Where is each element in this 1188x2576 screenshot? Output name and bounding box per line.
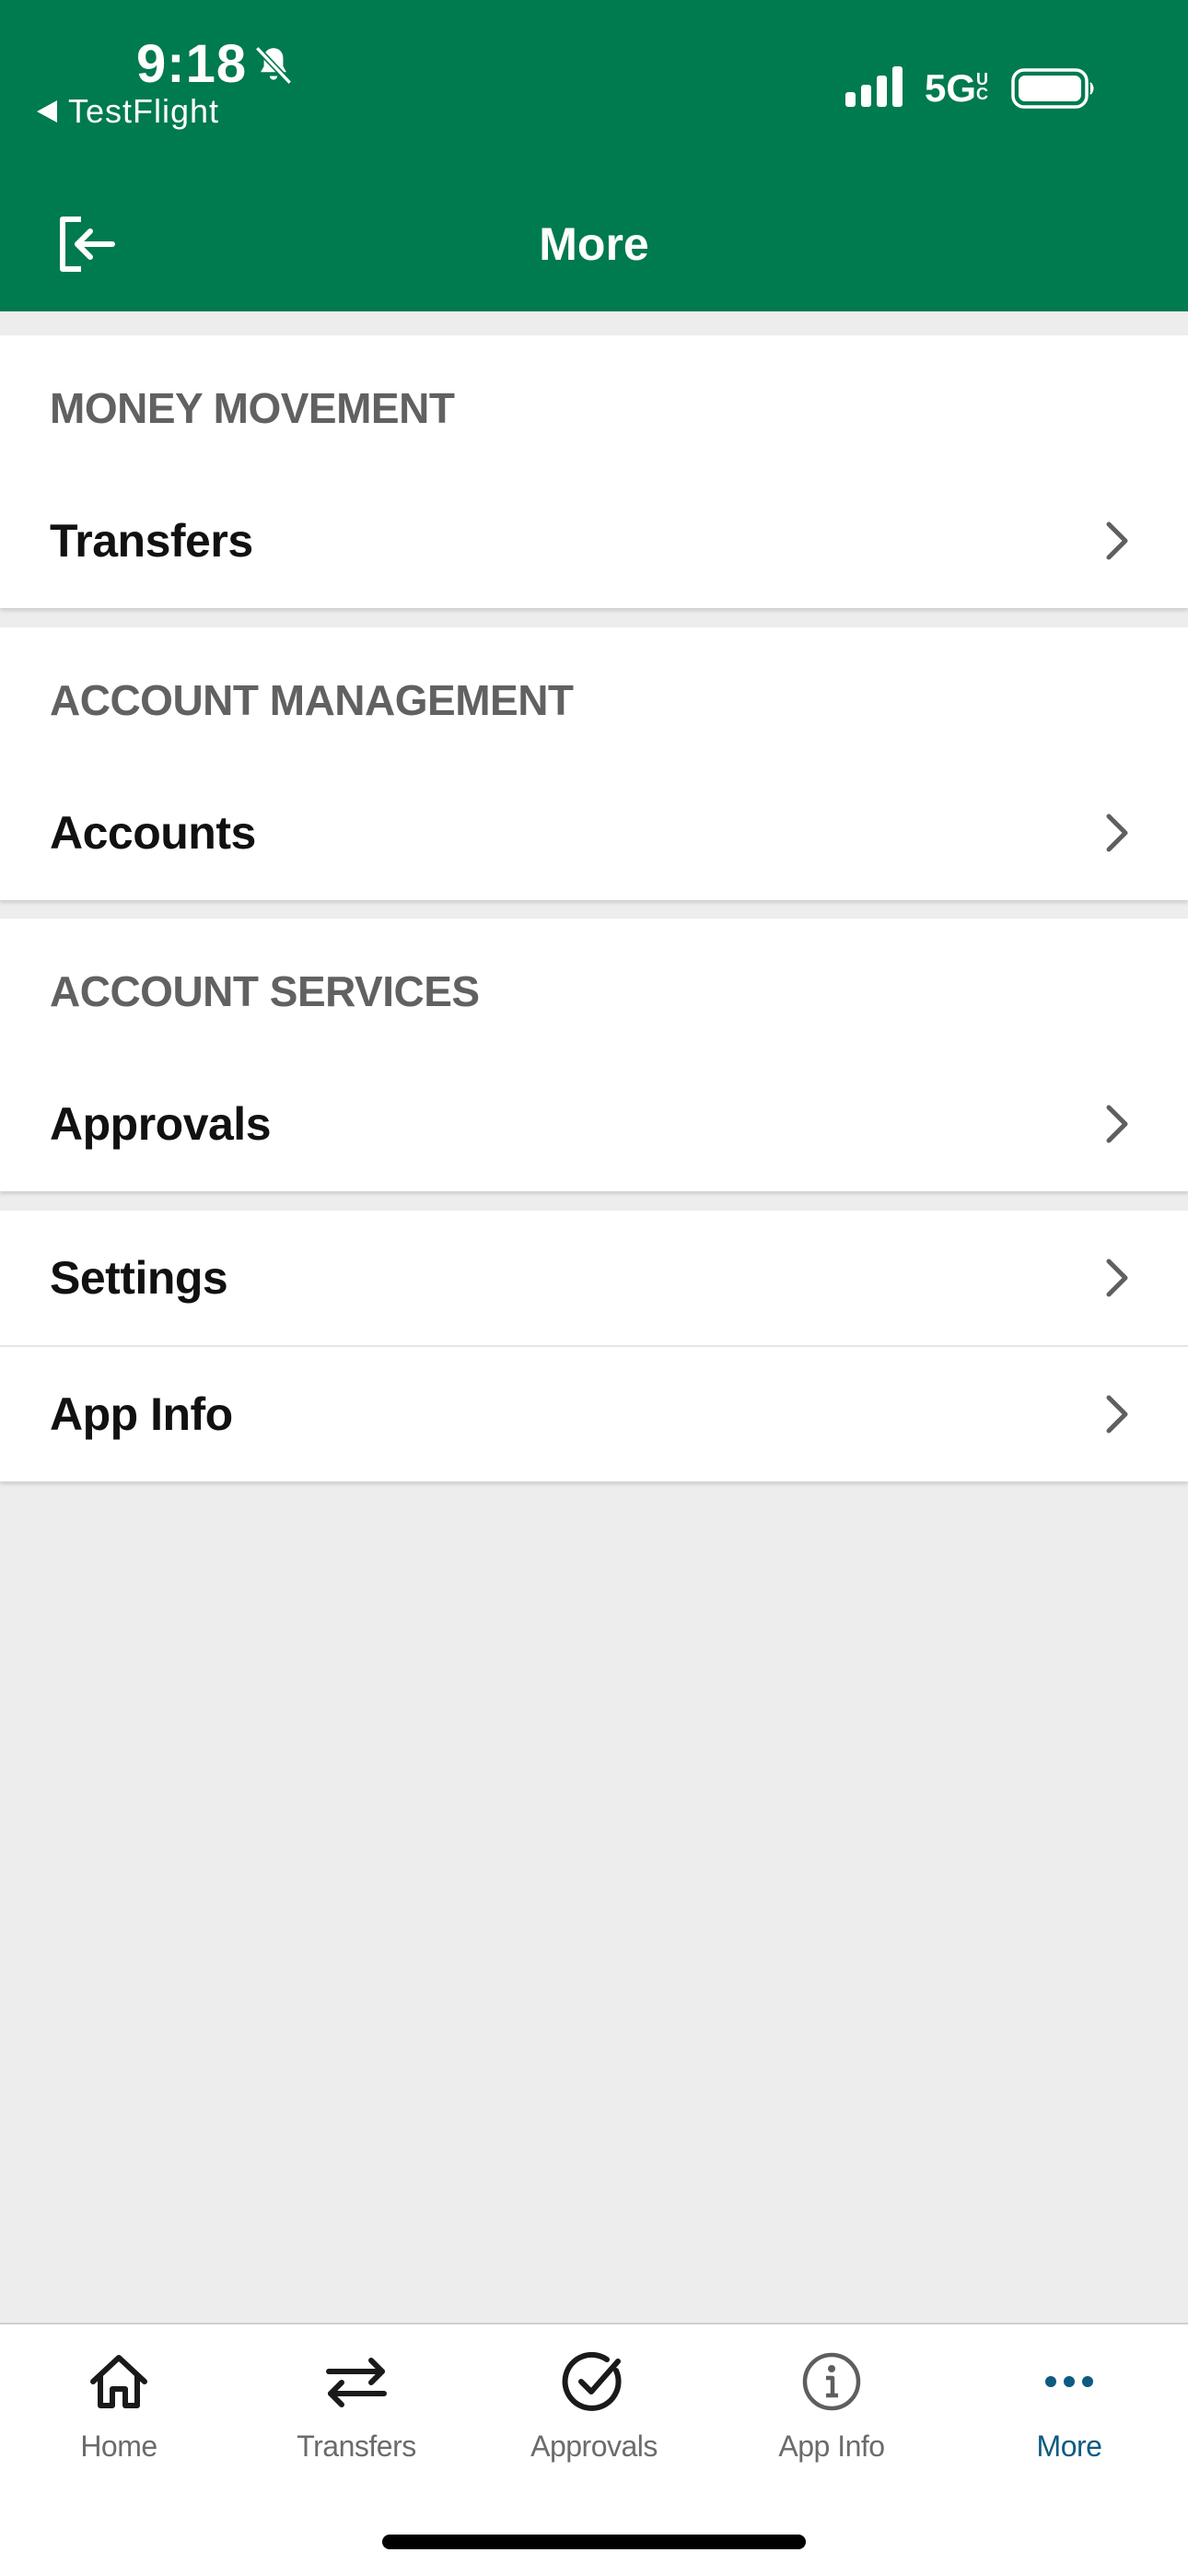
- check-circle-icon: [562, 2351, 622, 2411]
- section-title: MONEY MOVEMENT: [50, 384, 455, 432]
- status-time: 9:18: [136, 34, 248, 94]
- back-app-label: TestFlight: [68, 92, 220, 130]
- info-circle-icon: [802, 2352, 861, 2411]
- tab-transfers[interactable]: Transfers: [238, 2347, 475, 2485]
- chevron-right-icon: [1106, 1395, 1128, 1434]
- back-to-app-link[interactable]: TestFlight: [37, 92, 219, 131]
- home-icon: [90, 2355, 147, 2408]
- menu-item-label: App Info: [50, 1388, 233, 1440]
- tab-label: More: [1036, 2430, 1102, 2463]
- transfer-arrows-icon: [326, 2358, 387, 2407]
- chevron-right-icon: [1106, 1259, 1128, 1297]
- tab-label: Approvals: [530, 2430, 658, 2463]
- menu-item-label: Accounts: [50, 807, 256, 859]
- menu-item-app-info[interactable]: App Info: [0, 1347, 1188, 1481]
- back-triangle-icon: [37, 100, 57, 123]
- section-title: ACCOUNT MANAGEMENT: [50, 676, 574, 724]
- network-label: 5GUC: [925, 66, 993, 111]
- signal-icon: [845, 66, 903, 107]
- chevron-right-icon: [1106, 1105, 1128, 1143]
- bell-muted-icon: [254, 45, 293, 86]
- section-account-services: ACCOUNT SERVICES Approvals: [0, 919, 1188, 1191]
- section-money-movement: MONEY MOVEMENT Transfers: [0, 335, 1188, 608]
- menu-item-label: Approvals: [50, 1098, 272, 1150]
- home-indicator[interactable]: [382, 2535, 806, 2549]
- menu-item-settings[interactable]: Settings: [0, 1211, 1188, 1345]
- menu-item-accounts[interactable]: Accounts: [0, 766, 1188, 900]
- menu-item-label: Transfers: [50, 515, 253, 567]
- menu-item-transfers[interactable]: Transfers: [0, 474, 1188, 608]
- tab-label: Transfers: [297, 2430, 416, 2463]
- menu-item-approvals[interactable]: Approvals: [0, 1057, 1188, 1191]
- tab-app-info[interactable]: App Info: [713, 2347, 950, 2485]
- more-dots-icon: [1045, 2376, 1093, 2387]
- tab-label: App Info: [778, 2430, 885, 2463]
- section-title: ACCOUNT SERVICES: [50, 967, 480, 1015]
- tab-label: Home: [80, 2430, 157, 2463]
- app-header: 9:18 TestFlight 5GUC More: [0, 0, 1188, 311]
- chevron-right-icon: [1106, 814, 1128, 852]
- battery-icon: [1011, 68, 1094, 109]
- section-general: Settings App Info: [0, 1211, 1188, 1481]
- chevron-right-icon: [1106, 521, 1128, 560]
- page-title: More: [539, 218, 649, 270]
- menu-item-label: Settings: [50, 1252, 228, 1304]
- network-suffix: UC: [976, 70, 989, 103]
- tab-home[interactable]: Home: [0, 2347, 238, 2485]
- section-account-management: ACCOUNT MANAGEMENT Accounts: [0, 627, 1188, 900]
- tab-more[interactable]: More: [950, 2347, 1188, 2485]
- tab-approvals[interactable]: Approvals: [475, 2347, 713, 2485]
